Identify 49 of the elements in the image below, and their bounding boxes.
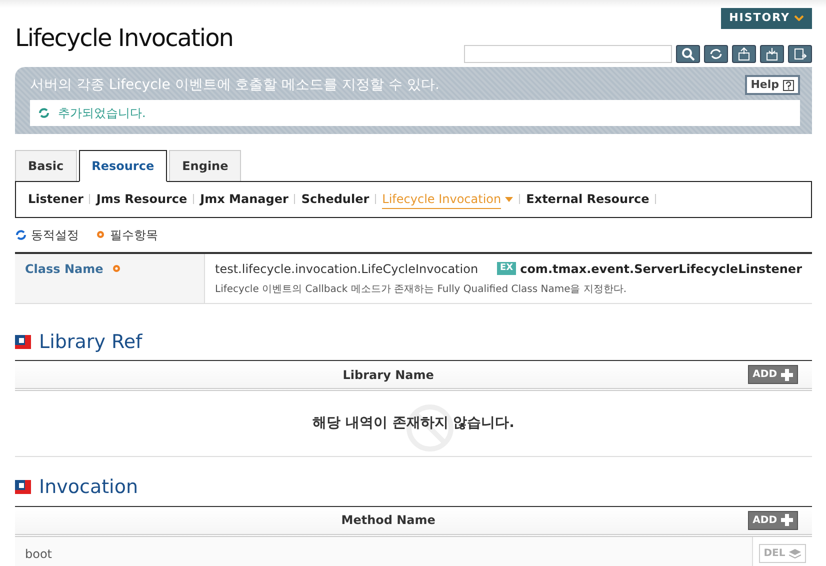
export-icon [793,46,807,60]
tab[interactable]: Basic [15,150,77,180]
plus-icon [781,514,793,526]
banner-description: 서버의 각종 Lifecycle 이벤트에 호출할 메소드를 지정할 수 있다. [30,76,440,94]
download-button[interactable] [760,44,784,62]
empty-message: 해당 내역이 존재하지 않습니다. [312,414,514,433]
refresh-button[interactable] [704,44,728,62]
subtab[interactable]: Jmx Manager [194,190,294,208]
example-value: com.tmax.event.ServerLifecycleLinstener [520,260,802,278]
table-cell-text: boot [24,546,54,562]
field-description: Lifecycle 이벤트의 Callback 메소드가 존재하는 Fully Qualified Class Name을 지정한다. [215,282,628,296]
legend-label: 동적설정 [31,226,79,244]
page-title: Lifecycle Invocation [15,24,233,53]
add-button[interactable]: ADD [748,510,798,530]
refresh-icon [38,106,50,118]
field-value: test.lifecycle.invocation.LifeCycleInvocation [215,260,478,278]
refresh-icon [709,46,723,60]
column-header: Library Name [342,366,435,384]
section-icon [15,480,31,494]
help-button[interactable]: Help [744,74,800,96]
upload-button[interactable] [732,44,756,62]
search-icon [681,46,695,60]
download-icon [765,46,779,60]
tab[interactable]: Resource [78,150,168,182]
refresh-icon [15,228,27,240]
caret-icon [505,196,514,202]
column-header: Method Name [340,512,436,529]
question-icon [783,80,794,90]
section-title: Library Ref [39,330,142,354]
add-button[interactable]: ADD [748,365,798,384]
tab[interactable]: Engine [169,150,242,180]
example-badge: EX [496,262,516,276]
message-text: 추가되었습니다. [58,104,146,122]
field-label: Class Name [25,260,104,278]
upload-icon [737,46,751,60]
subtab[interactable]: Jms Resource [90,190,194,208]
export-button[interactable] [788,44,812,62]
history-button[interactable]: HISTORY [721,8,812,28]
search-button[interactable] [676,44,700,62]
section-title: Invocation [39,475,138,500]
subtab[interactable]: Listener [22,190,90,208]
search-field[interactable] [464,44,672,62]
layers-icon [789,548,802,558]
caret-icon [794,15,804,22]
subtab[interactable]: External Resource [520,190,656,208]
plus-icon [781,368,793,380]
section-icon [15,334,31,349]
subtab[interactable]: Scheduler [295,190,376,208]
legend-label: 필수항목 [110,226,158,244]
